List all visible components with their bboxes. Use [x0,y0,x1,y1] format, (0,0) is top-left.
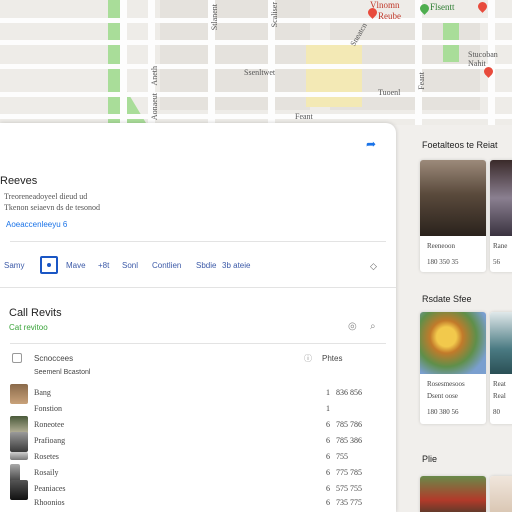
place-description: Treoreneadoyeel dieud ud Tkenon seiaevn … [4,192,100,212]
tag-icon[interactable]: ◇ [370,261,377,272]
avatar [10,384,28,404]
tab-samy[interactable]: Samy [4,261,24,270]
street-label: Tuoenl [378,88,401,97]
search-icon[interactable]: ⌕ [370,321,376,332]
table-row[interactable]: Bang 1 836 856 [10,384,382,404]
street-label: Feant [295,112,313,121]
street-label: Aneth [150,66,159,86]
location-icon[interactable]: ◎ [348,321,357,332]
photo [420,160,486,236]
section-title: Call Revits [9,307,62,319]
place-label: Flsentt [430,2,455,12]
column-name-header: Scnoccees [34,354,74,363]
table-subheader: Seemenl Bcastonl [34,369,91,376]
avatar [10,432,28,452]
tab-selected-icon[interactable] [40,256,58,274]
photo-card[interactable]: Rane 56 [490,160,512,272]
tab-sbdie[interactable]: Sbdie [196,261,216,270]
table-row[interactable]: Roneotee 6 785 786 [10,416,382,436]
tab-mave[interactable]: Mave [66,261,86,270]
photo-card[interactable]: Reeneoon 180 350 35 [420,160,486,272]
tab-ateie[interactable]: 3b ateie [222,261,250,270]
photo-card[interactable] [420,476,486,512]
section-subtitle[interactable]: Cat revitoo [9,323,48,332]
place-label: Vlnomn [370,0,400,10]
photo [420,312,486,374]
highlight-zone [306,45,362,107]
table-row[interactable]: Prafioang 6 785 386 [10,432,382,452]
photo-card[interactable]: Reat Real 80 [490,312,512,424]
street-label: Stlanent [210,4,219,31]
street-label: Aonaeut [150,93,159,121]
table-row[interactable]: Rosaily 6 775 785 [10,464,382,484]
photo [490,160,512,236]
place-title: Reeves [0,175,38,187]
photo-card[interactable] [490,476,512,512]
table-row[interactable]: Rosetes 6 755 [10,450,382,464]
place-details-panel: ➦ Reeves Treoreneadoyeel dieud ud Tkenon… [0,123,396,512]
section-title: Plie [422,454,438,464]
table-row[interactable]: Fonstion 1 [10,402,382,416]
photo [490,476,512,512]
street-label: Ssenltwet [244,68,276,77]
map-pin-icon[interactable] [476,0,489,13]
street-label: Scaliser [270,2,279,28]
place-label: Stucoban Nahit [468,50,498,68]
table-row[interactable]: Rhoonios 6 735 775 [10,496,382,510]
street-label: Feant [417,72,426,90]
place-label: Reube [378,11,401,21]
tab-sonl[interactable]: Sonl [122,261,138,270]
tab-bar: Samy Mave +8t Sonl Contlien Sbdie 3b ate… [0,255,396,277]
share-icon[interactable]: ➦ [366,137,376,151]
map-view[interactable]: Stlanent Scaliser Aneth Aonaeut Ssenltwe… [0,0,512,125]
tab-8t[interactable]: +8t [98,261,109,270]
reviews-link[interactable]: Aoeaccenleeyu 6 [6,220,67,229]
table-row[interactable]: Peaniaces 6 575 755 [10,480,382,500]
photo-card[interactable]: Rosesmesoos Dsent oose 180 380 56 [420,312,486,424]
tab-contlien[interactable]: Contlien [152,261,181,270]
select-all-checkbox[interactable] [12,353,22,363]
column-value-header: Phtes [322,354,343,363]
photo [420,476,486,512]
avatar [10,452,28,460]
photo [490,312,512,374]
info-icon: ⓘ [304,354,312,363]
section-title: Rsdate Sfee [422,294,472,304]
section-title: Foetalteos te Reiat [422,140,498,150]
